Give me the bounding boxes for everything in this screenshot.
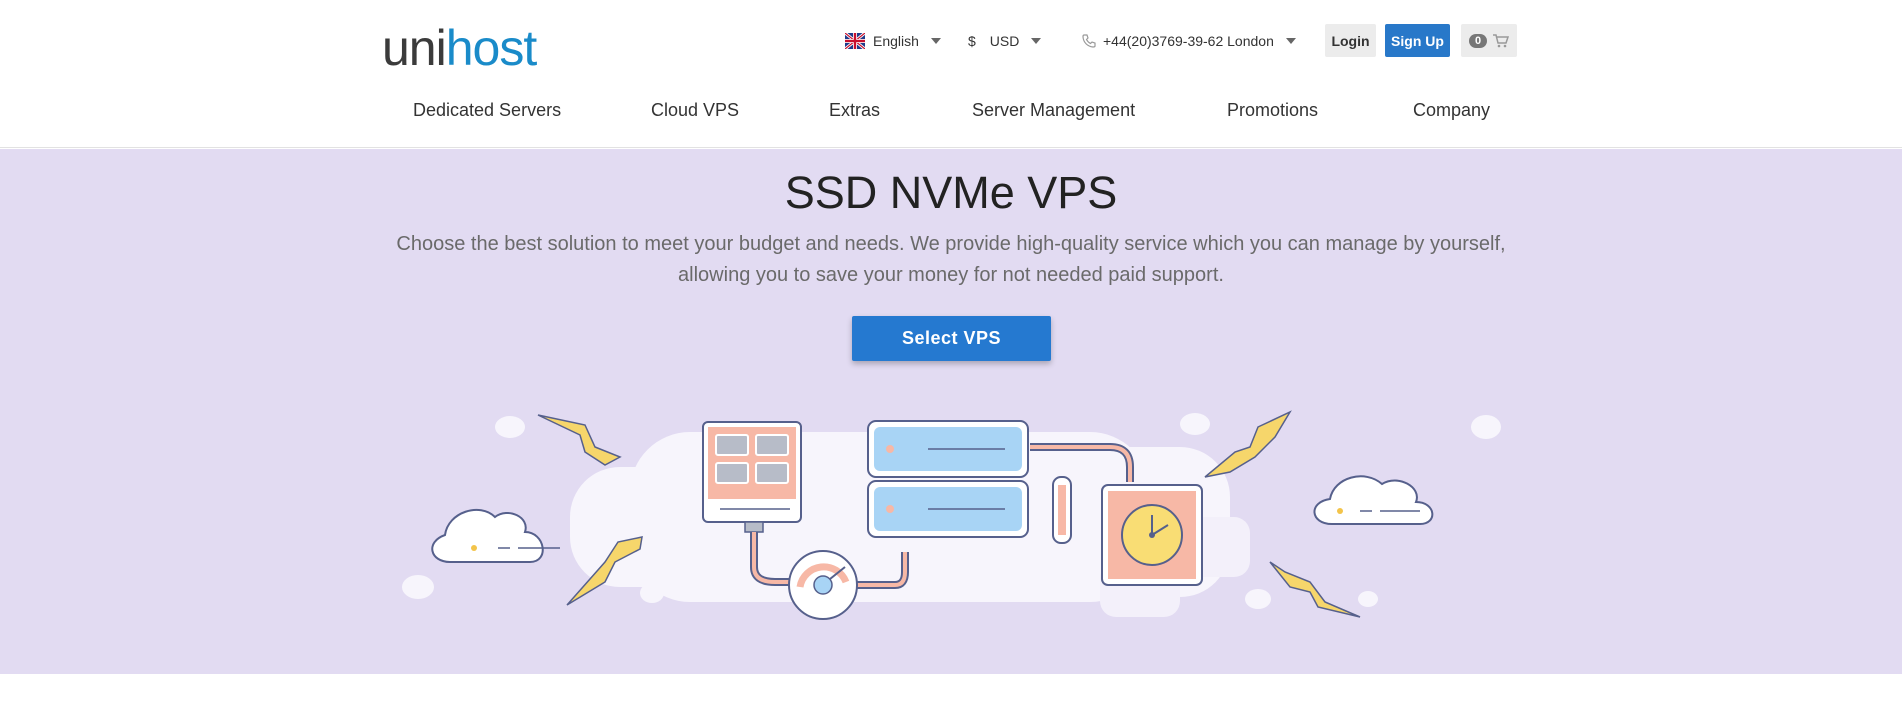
server-panel-grid <box>702 421 802 533</box>
login-button[interactable]: Login <box>1325 24 1376 57</box>
currency-symbol: $ <box>968 33 976 49</box>
storage-server-top <box>867 420 1029 478</box>
phone-icon <box>1082 34 1096 48</box>
nav-item-cloud-vps[interactable]: Cloud VPS <box>651 100 739 121</box>
chevron-down-icon <box>930 38 941 44</box>
language-label: English <box>873 33 919 49</box>
top-bar: English $ USD +44(20)3769-39-62 London L… <box>0 24 1902 58</box>
right-cloud <box>1313 475 1434 525</box>
language-selector[interactable]: English <box>845 24 941 58</box>
hero-subtitle-line-2: allowing you to save your money for not … <box>678 264 1224 286</box>
left-cloud <box>431 508 560 563</box>
uk-flag-icon <box>845 33 865 49</box>
nav-item-extras[interactable]: Extras <box>829 100 880 121</box>
page-title: SSD NVMe VPS <box>784 167 1118 218</box>
chevron-down-icon <box>1285 38 1296 44</box>
main-nav: Dedicated Servers Cloud VPS Extras Serve… <box>0 100 1902 130</box>
select-vps-button[interactable]: Select VPS <box>852 316 1051 361</box>
currency-label: USD <box>989 33 1020 49</box>
hero-subtitle: Choose the best solution to meet your bu… <box>351 229 1551 291</box>
chevron-down-icon <box>1031 38 1042 44</box>
phone-selector[interactable]: +44(20)3769-39-62 London <box>1081 24 1296 58</box>
nav-item-dedicated-servers[interactable]: Dedicated Servers <box>413 100 561 121</box>
backup-timer-icon <box>1101 484 1203 586</box>
nav-item-promotions[interactable]: Promotions <box>1227 100 1318 121</box>
currency-selector[interactable]: $ USD <box>968 24 1042 58</box>
nav-item-server-management[interactable]: Server Management <box>972 100 1135 121</box>
server-illustration <box>402 410 1501 620</box>
cart-icon <box>1493 33 1510 47</box>
cart-button[interactable]: 0 <box>1461 24 1517 57</box>
cart-count-badge: 0 <box>1468 33 1488 48</box>
gauge-icon <box>788 550 858 620</box>
storage-server-bottom <box>867 480 1029 538</box>
signup-button[interactable]: Sign Up <box>1385 24 1450 57</box>
site-header: unihost English $ USD +44(20)3769-39-62 … <box>0 0 1902 148</box>
hero-section: SSD NVMe VPS Choose the best solution to… <box>0 149 1902 674</box>
phone-label: +44(20)3769-39-62 London <box>1103 33 1274 49</box>
hero-subtitle-line-1: Choose the best solution to meet your bu… <box>396 233 1506 255</box>
nav-item-company[interactable]: Company <box>1413 100 1490 121</box>
